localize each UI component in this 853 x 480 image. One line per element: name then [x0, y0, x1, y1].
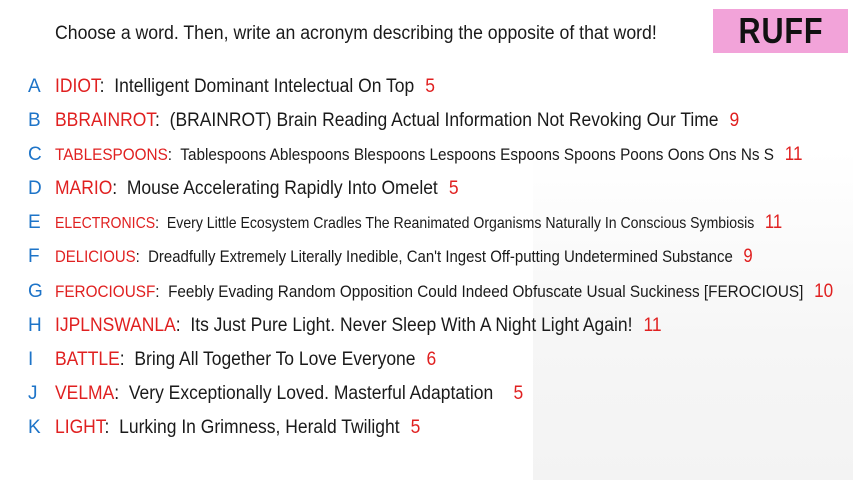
row-word: LIGHT — [55, 417, 105, 438]
row-acronym: Very Exceptionally Loved. Masterful Adap… — [128, 383, 494, 404]
row-acronym: Tablespoons Ablespoons Blespoons Lespoon… — [180, 145, 774, 164]
row-letter: B — [28, 110, 41, 131]
row-word: BATTLE — [55, 349, 120, 370]
row-count: 11 — [764, 212, 783, 233]
badge-label: RUFF — [737, 10, 823, 51]
prompt-text: Choose a word. Then, write an acronym de… — [55, 23, 657, 44]
row-count: 5 — [448, 178, 459, 199]
row-letter: J — [28, 383, 38, 404]
ruff-badge: RUFF — [713, 9, 848, 53]
row-acronym: Intelligent Dominant Intelectual On Top — [114, 76, 415, 97]
row-word: IDIOT — [55, 76, 100, 97]
row-word: TABLESPOONS — [55, 145, 168, 164]
row-count: 9 — [743, 246, 753, 267]
row-count: 5 — [425, 76, 435, 97]
row-count: 9 — [729, 110, 740, 131]
row-word: DELICIOUS — [55, 247, 136, 266]
row-letter: D — [28, 178, 42, 199]
row-word: ELECTRONICS — [55, 215, 156, 232]
row-letter: K — [28, 417, 41, 438]
row-letter: F — [28, 246, 40, 267]
row-count: 11 — [784, 144, 803, 165]
row-word: MARIO — [55, 178, 113, 199]
row-word: IJPLNSWANLA — [55, 315, 176, 336]
row-count: 5 — [410, 417, 421, 438]
row-letter: H — [28, 315, 42, 336]
row-acronym: Feebly Evading Random Opposition Could I… — [168, 282, 804, 301]
row-letter: I — [28, 349, 34, 370]
row-letter: A — [28, 76, 41, 97]
row-word: FEROCIOUSF — [55, 282, 156, 301]
row-letter: G — [28, 281, 43, 302]
row-word: VELMA — [55, 383, 115, 404]
row-letter: E — [28, 212, 41, 233]
row-letter: C — [28, 144, 42, 165]
row-word: BBRAINROT — [55, 110, 156, 131]
row-acronym: Dreadfully Extremely Literally Inedible,… — [148, 247, 733, 266]
row-acronym: (BRAINROT) Brain Reading Actual Informat… — [169, 110, 719, 131]
row-acronym: Bring All Together To Love Everyone — [134, 349, 416, 370]
row-count: 6 — [426, 349, 437, 370]
row-count: 5 — [513, 383, 524, 404]
row-acronym: Its Just Pure Light. Never Sleep With A … — [190, 315, 633, 336]
row-acronym: Mouse Accelerating Rapidly Into Omelet — [126, 178, 438, 199]
row-acronym: Every Little Ecosystem Cradles The Reani… — [166, 215, 755, 232]
row-count: 10 — [814, 281, 834, 302]
row-acronym: Lurking In Grimness, Herald Twilight — [119, 417, 400, 438]
row-count: 11 — [643, 315, 662, 336]
